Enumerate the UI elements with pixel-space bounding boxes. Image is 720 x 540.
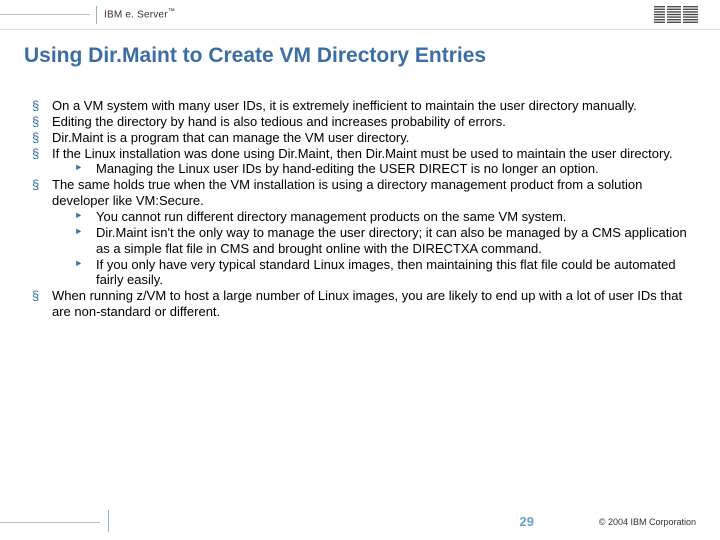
sub-bullet-text: Dir.Maint isn't the only way to manage t… (96, 225, 687, 256)
header-rule (0, 14, 90, 15)
bullet-item: Dir.Maint is a program that can manage t… (32, 130, 694, 146)
brand-tm: ™ (168, 8, 175, 15)
sub-bullet-text: If you only have very typical standard L… (96, 257, 676, 288)
bullet-text: Dir.Maint is a program that can manage t… (52, 130, 409, 145)
brand-prefix: IBM e. Server (104, 9, 168, 20)
brand-text: IBM e. Server™ (104, 8, 175, 20)
bullet-item: Editing the directory by hand is also te… (32, 114, 694, 130)
sub-bullet-item: Dir.Maint isn't the only way to manage t… (74, 225, 694, 257)
bullet-item: The same holds true when the VM installa… (32, 177, 694, 209)
content-area: On a VM system with many user IDs, it is… (0, 68, 720, 320)
bullet-item: If the Linux installation was done using… (32, 146, 694, 162)
sub-bullet-text: Managing the Linux user IDs by hand-edit… (96, 161, 599, 176)
sub-bullet-item: If you only have very typical standard L… (74, 257, 694, 289)
bullet-text: The same holds true when the VM installa… (52, 177, 642, 208)
copyright-text: © 2004 IBM Corporation (599, 517, 696, 527)
sub-bullet-item: Managing the Linux user IDs by hand-edit… (74, 161, 694, 177)
bullet-text: When running z/VM to host a large number… (52, 288, 682, 319)
header: IBM e. Server™ (0, 0, 720, 30)
page-number: 29 (520, 514, 534, 529)
bullet-item: On a VM system with many user IDs, it is… (32, 98, 694, 114)
ibm-logo-icon (654, 6, 698, 29)
sub-bullet-item: You cannot run different directory manag… (74, 209, 694, 225)
bullet-item: When running z/VM to host a large number… (32, 288, 694, 320)
footer-rule (0, 522, 100, 523)
footer-vert-rule (108, 510, 109, 532)
sub-bullet-text: You cannot run different directory manag… (96, 209, 566, 224)
header-vert-rule (96, 6, 97, 24)
bullet-text: Editing the directory by hand is also te… (52, 114, 506, 129)
footer: 29 © 2004 IBM Corporation (0, 510, 720, 540)
page-title: Using Dir.Maint to Create VM Directory E… (0, 30, 720, 68)
bullet-text: If the Linux installation was done using… (52, 146, 672, 161)
bullet-text: On a VM system with many user IDs, it is… (52, 98, 637, 113)
